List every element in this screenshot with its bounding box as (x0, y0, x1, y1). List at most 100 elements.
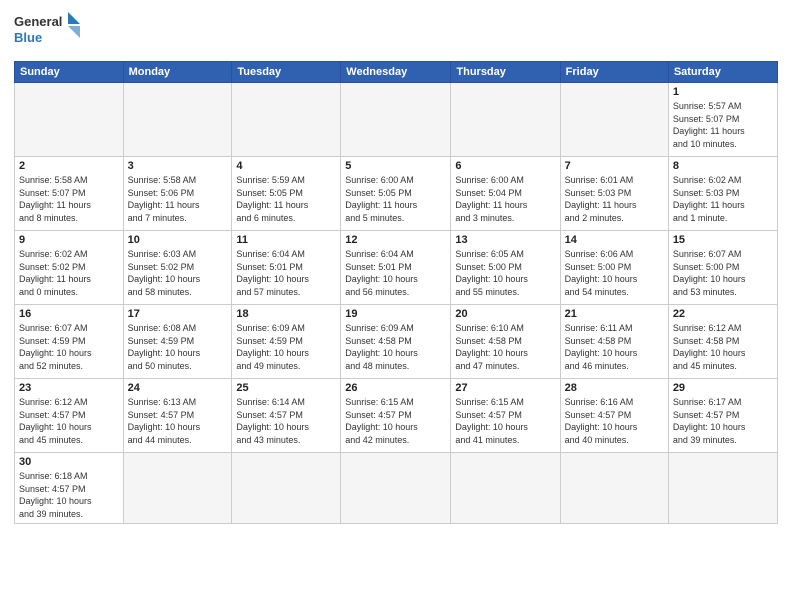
calendar-table: SundayMondayTuesdayWednesdayThursdayFrid… (14, 61, 778, 524)
calendar-cell: 18 Sunrise: 6:09 AM Sunset: 4:59 PM Dayli… (232, 305, 341, 379)
week-row-2: 2 Sunrise: 5:58 AM Sunset: 5:07 PM Daylig… (15, 157, 778, 231)
calendar-cell: 9 Sunrise: 6:02 AM Sunset: 5:02 PM Daylig… (15, 231, 124, 305)
calendar-cell: 16 Sunrise: 6:07 AM Sunset: 4:59 PM Dayli… (15, 305, 124, 379)
calendar-cell: 29 Sunrise: 6:17 AM Sunset: 4:57 PM Dayli… (668, 379, 777, 453)
logo: General Blue (14, 10, 84, 55)
generalblue-logo: General Blue (14, 10, 84, 55)
calendar-cell (341, 453, 451, 524)
day-info: Sunrise: 6:18 AM Sunset: 4:57 PM Dayligh… (19, 470, 119, 520)
day-info: Sunrise: 6:07 AM Sunset: 5:00 PM Dayligh… (673, 248, 773, 298)
day-info: Sunrise: 6:04 AM Sunset: 5:01 PM Dayligh… (236, 248, 336, 298)
day-number: 20 (455, 308, 555, 320)
day-number: 13 (455, 234, 555, 246)
week-row-4: 16 Sunrise: 6:07 AM Sunset: 4:59 PM Dayli… (15, 305, 778, 379)
weekday-header-tuesday: Tuesday (232, 62, 341, 83)
svg-text:General: General (14, 14, 62, 29)
day-info: Sunrise: 6:04 AM Sunset: 5:01 PM Dayligh… (345, 248, 446, 298)
calendar-cell (560, 453, 668, 524)
day-number: 15 (673, 234, 773, 246)
calendar-cell (232, 83, 341, 157)
day-number: 24 (128, 382, 228, 394)
calendar-cell: 6 Sunrise: 6:00 AM Sunset: 5:04 PM Daylig… (451, 157, 560, 231)
day-info: Sunrise: 6:14 AM Sunset: 4:57 PM Dayligh… (236, 396, 336, 446)
calendar-cell: 17Sunrise: 6:08 AM Sunset: 4:59 PM Dayli… (123, 305, 232, 379)
day-info: Sunrise: 5:57 AM Sunset: 5:07 PM Dayligh… (673, 100, 773, 150)
day-number: 3 (128, 160, 228, 172)
weekday-header-friday: Friday (560, 62, 668, 83)
day-info: Sunrise: 6:03 AM Sunset: 5:02 PM Dayligh… (128, 248, 228, 298)
calendar-cell: 30 Sunrise: 6:18 AM Sunset: 4:57 PM Dayli… (15, 453, 124, 524)
day-info: Sunrise: 5:58 AM Sunset: 5:06 PM Dayligh… (128, 174, 228, 224)
calendar-cell: 11 Sunrise: 6:04 AM Sunset: 5:01 PM Dayli… (232, 231, 341, 305)
day-info: Sunrise: 5:58 AM Sunset: 5:07 PM Dayligh… (19, 174, 119, 224)
week-row-3: 9 Sunrise: 6:02 AM Sunset: 5:02 PM Daylig… (15, 231, 778, 305)
calendar-cell (15, 83, 124, 157)
day-info: Sunrise: 6:16 AM Sunset: 4:57 PM Dayligh… (565, 396, 664, 446)
calendar-cell: 20 Sunrise: 6:10 AM Sunset: 4:58 PM Dayli… (451, 305, 560, 379)
page-header: General Blue (14, 10, 778, 55)
day-number: 28 (565, 382, 664, 394)
calendar-cell: 23 Sunrise: 6:12 AM Sunset: 4:57 PM Dayli… (15, 379, 124, 453)
weekday-header-wednesday: Wednesday (341, 62, 451, 83)
day-number: 2 (19, 160, 119, 172)
day-info: Sunrise: 5:59 AM Sunset: 5:05 PM Dayligh… (236, 174, 336, 224)
day-number: 5 (345, 160, 446, 172)
week-row-1: 1 Sunrise: 5:57 AM Sunset: 5:07 PM Daylig… (15, 83, 778, 157)
day-number: 10 (128, 234, 228, 246)
day-info: Sunrise: 6:17 AM Sunset: 4:57 PM Dayligh… (673, 396, 773, 446)
calendar-cell: 14 Sunrise: 6:06 AM Sunset: 5:00 PM Dayli… (560, 231, 668, 305)
day-number: 16 (19, 308, 119, 320)
calendar-cell (560, 83, 668, 157)
week-row-5: 23 Sunrise: 6:12 AM Sunset: 4:57 PM Dayli… (15, 379, 778, 453)
calendar-cell: 21Sunrise: 6:11 AM Sunset: 4:58 PM Dayli… (560, 305, 668, 379)
day-info: Sunrise: 6:12 AM Sunset: 4:57 PM Dayligh… (19, 396, 119, 446)
calendar-cell (341, 83, 451, 157)
day-number: 1 (673, 86, 773, 98)
day-info: Sunrise: 6:00 AM Sunset: 5:04 PM Dayligh… (455, 174, 555, 224)
day-number: 25 (236, 382, 336, 394)
calendar-cell: 26Sunrise: 6:15 AM Sunset: 4:57 PM Dayli… (341, 379, 451, 453)
calendar-cell: 27Sunrise: 6:15 AM Sunset: 4:57 PM Dayli… (451, 379, 560, 453)
day-info: Sunrise: 6:06 AM Sunset: 5:00 PM Dayligh… (565, 248, 664, 298)
week-row-6: 30 Sunrise: 6:18 AM Sunset: 4:57 PM Dayli… (15, 453, 778, 524)
day-number: 26 (345, 382, 446, 394)
calendar-cell: 25 Sunrise: 6:14 AM Sunset: 4:57 PM Dayli… (232, 379, 341, 453)
day-number: 23 (19, 382, 119, 394)
calendar-cell: 22Sunrise: 6:12 AM Sunset: 4:58 PM Dayli… (668, 305, 777, 379)
day-number: 17 (128, 308, 228, 320)
day-number: 30 (19, 456, 119, 468)
day-info: Sunrise: 6:02 AM Sunset: 5:02 PM Dayligh… (19, 248, 119, 298)
calendar-cell (232, 453, 341, 524)
day-number: 9 (19, 234, 119, 246)
day-info: Sunrise: 6:05 AM Sunset: 5:00 PM Dayligh… (455, 248, 555, 298)
calendar-cell: 19 Sunrise: 6:09 AM Sunset: 4:58 PM Dayli… (341, 305, 451, 379)
day-number: 12 (345, 234, 446, 246)
day-info: Sunrise: 6:09 AM Sunset: 4:59 PM Dayligh… (236, 322, 336, 372)
day-number: 8 (673, 160, 773, 172)
day-number: 18 (236, 308, 336, 320)
day-info: Sunrise: 6:12 AM Sunset: 4:58 PM Dayligh… (673, 322, 773, 372)
day-info: Sunrise: 6:02 AM Sunset: 5:03 PM Dayligh… (673, 174, 773, 224)
day-info: Sunrise: 6:07 AM Sunset: 4:59 PM Dayligh… (19, 322, 119, 372)
day-number: 6 (455, 160, 555, 172)
calendar-cell (123, 453, 232, 524)
calendar-cell: 8 Sunrise: 6:02 AM Sunset: 5:03 PM Daylig… (668, 157, 777, 231)
day-number: 7 (565, 160, 664, 172)
weekday-header-row: SundayMondayTuesdayWednesdayThursdayFrid… (15, 62, 778, 83)
calendar-cell (451, 83, 560, 157)
calendar-cell: 5Sunrise: 6:00 AM Sunset: 5:05 PM Daylig… (341, 157, 451, 231)
svg-text:Blue: Blue (14, 30, 42, 45)
day-info: Sunrise: 6:09 AM Sunset: 4:58 PM Dayligh… (345, 322, 446, 372)
day-info: Sunrise: 6:13 AM Sunset: 4:57 PM Dayligh… (128, 396, 228, 446)
day-number: 19 (345, 308, 446, 320)
weekday-header-monday: Monday (123, 62, 232, 83)
day-number: 11 (236, 234, 336, 246)
day-number: 4 (236, 160, 336, 172)
day-number: 29 (673, 382, 773, 394)
day-info: Sunrise: 6:10 AM Sunset: 4:58 PM Dayligh… (455, 322, 555, 372)
calendar-cell: 2 Sunrise: 5:58 AM Sunset: 5:07 PM Daylig… (15, 157, 124, 231)
calendar-cell: 28 Sunrise: 6:16 AM Sunset: 4:57 PM Dayli… (560, 379, 668, 453)
day-number: 14 (565, 234, 664, 246)
calendar-cell (668, 453, 777, 524)
calendar-cell: 10 Sunrise: 6:03 AM Sunset: 5:02 PM Dayli… (123, 231, 232, 305)
